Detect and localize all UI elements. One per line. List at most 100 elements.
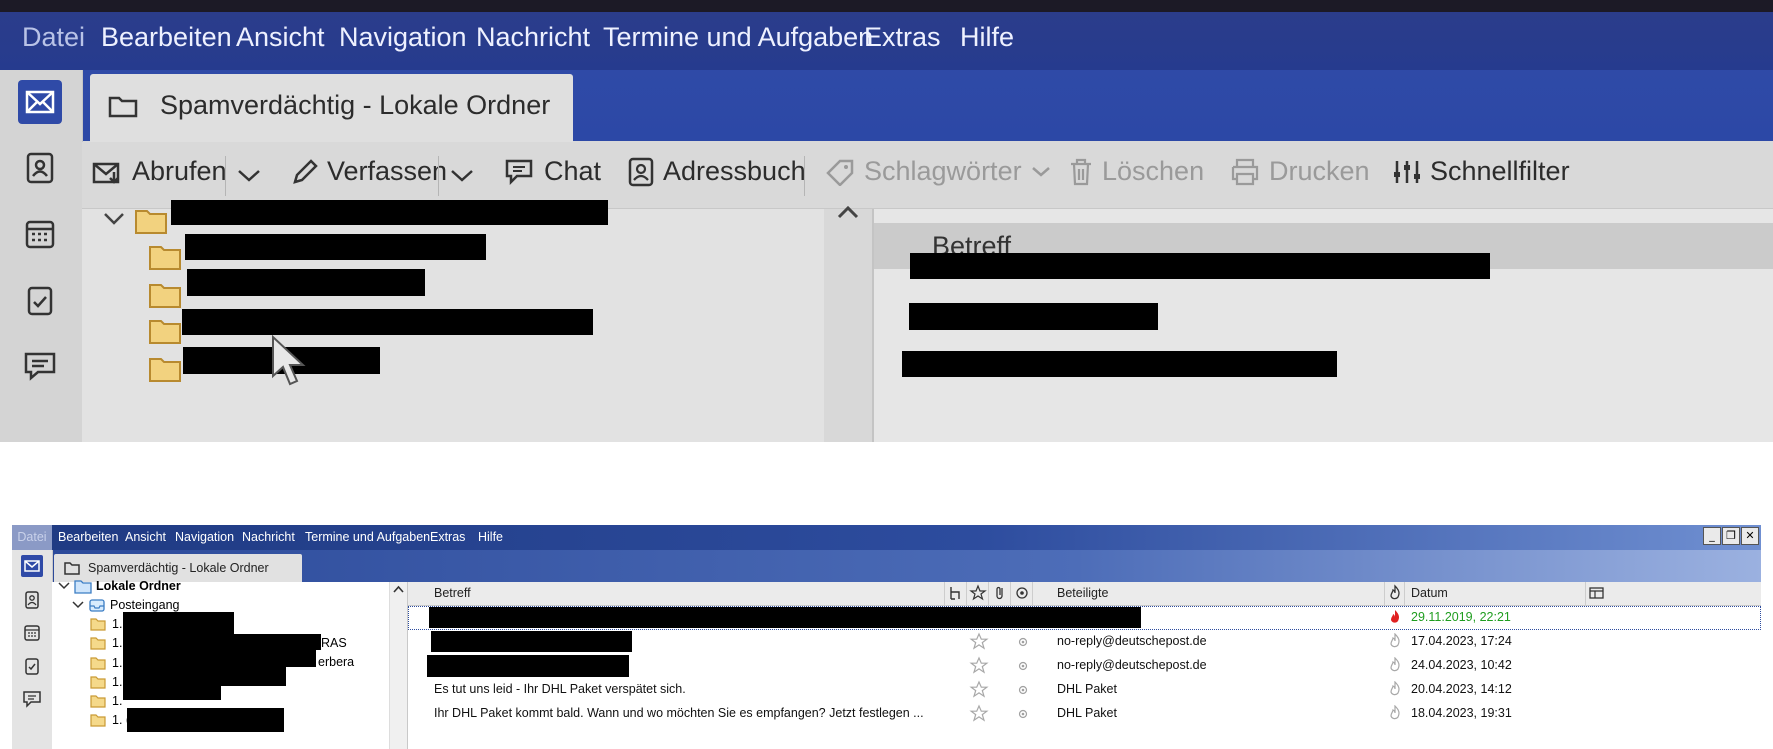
star-icon[interactable] xyxy=(969,632,989,652)
address-book-space-icon[interactable] xyxy=(21,589,43,611)
menu-tasks[interactable]: Termine und Aufgaben xyxy=(603,22,873,53)
address-book-space-icon[interactable] xyxy=(18,146,62,190)
redacted-subject xyxy=(429,607,1141,628)
folder-item[interactable]: 1. xyxy=(90,653,122,673)
folder-icon xyxy=(149,320,181,344)
star-icon[interactable] xyxy=(969,656,989,676)
quick-filter-button[interactable]: Schnellfilter xyxy=(1392,156,1570,187)
menu-help[interactable]: Hilfe xyxy=(478,530,503,544)
read-status-dot-icon[interactable] xyxy=(1018,709,1028,719)
mail-space-icon[interactable] xyxy=(21,555,43,577)
folder-item[interactable]: 1. xyxy=(90,614,122,634)
redacted-folder-name xyxy=(123,648,316,667)
chevron-down-icon[interactable] xyxy=(58,581,70,591)
print-button[interactable]: Drucken xyxy=(1229,156,1370,187)
close-button[interactable]: ✕ xyxy=(1741,527,1759,545)
read-status-dot-icon[interactable] xyxy=(1018,661,1028,671)
delete-button[interactable]: Löschen xyxy=(1068,156,1204,187)
junk-flame-icon[interactable] xyxy=(1387,705,1403,723)
folder-item[interactable]: 1. ( xyxy=(90,710,130,730)
toolbar-separator xyxy=(225,156,226,196)
compose-dropdown-icon[interactable] xyxy=(449,168,475,184)
menu-navigation[interactable]: Navigation xyxy=(175,530,234,544)
folder-label: 1. xyxy=(112,694,123,708)
date-column-header[interactable]: Datum xyxy=(1405,582,1586,605)
menu-view[interactable]: Ansicht xyxy=(125,530,166,544)
folder-icon xyxy=(90,637,106,650)
chevron-up-icon[interactable] xyxy=(836,203,860,221)
folder-pane-scrollbar[interactable] xyxy=(389,582,407,749)
redacted-folder-name xyxy=(123,685,221,700)
menu-view[interactable]: Ansicht xyxy=(236,22,325,53)
restore-button[interactable]: ❐ xyxy=(1722,527,1740,545)
get-messages-button[interactable]: Abrufen xyxy=(92,156,227,187)
star-icon[interactable] xyxy=(969,704,989,724)
menu-file[interactable]: Datei xyxy=(12,525,52,550)
column-picker-icon xyxy=(1589,587,1604,599)
starred-column-header[interactable] xyxy=(967,582,989,605)
toolbar-separator xyxy=(804,156,805,196)
local-folders-icon xyxy=(74,580,92,594)
junk-flame-icon[interactable] xyxy=(1387,609,1403,627)
tasks-space-icon[interactable] xyxy=(21,655,43,677)
get-messages-dropdown-icon[interactable] xyxy=(236,168,262,184)
folder-icon xyxy=(64,562,80,575)
filter-sliders-icon xyxy=(1394,160,1420,183)
junk-flame-icon[interactable] xyxy=(1387,657,1403,675)
menu-edit[interactable]: Bearbeiten xyxy=(58,530,118,544)
subject-column-header[interactable]: Betreff xyxy=(408,582,945,605)
thread-column-header-icon[interactable] xyxy=(945,582,967,605)
menu-extras[interactable]: Extras xyxy=(864,22,941,53)
address-book-label: Adressbuch xyxy=(663,156,806,186)
read-status-dot-icon[interactable] xyxy=(1018,637,1028,647)
junk-status-column-header[interactable] xyxy=(1385,582,1405,605)
chevron-down-icon[interactable] xyxy=(102,211,126,227)
junk-flame-icon[interactable] xyxy=(1387,681,1403,699)
address-book-button[interactable]: Adressbuch xyxy=(627,156,806,187)
menu-extras[interactable]: Extras xyxy=(430,530,465,544)
junk-flame-icon[interactable] xyxy=(1387,633,1403,651)
folder-label-tail: RAS xyxy=(321,636,347,650)
message-row[interactable]: no-reply@deutschepost.de 24.04.2023, 10:… xyxy=(408,654,1761,678)
attachment-column-header[interactable] xyxy=(989,582,1011,605)
calendar-space-icon[interactable] xyxy=(18,212,62,256)
menu-bar: Datei Bearbeiten Ansicht Navigation Nach… xyxy=(12,525,1761,550)
message-sender: no-reply@deutschepost.de xyxy=(1057,658,1207,672)
column-picker-button[interactable] xyxy=(1586,582,1610,605)
message-row[interactable]: Es tut uns leid - Ihr DHL Paket verspäte… xyxy=(408,678,1761,702)
minimize-button[interactable]: _ xyxy=(1703,527,1721,545)
menu-tasks[interactable]: Termine und Aufgaben xyxy=(305,530,430,544)
menu-help[interactable]: Hilfe xyxy=(960,22,1014,53)
folder-item[interactable]: 1. xyxy=(90,633,122,653)
tab-spam-folder[interactable]: Spamverdächtig - Lokale Ordner xyxy=(90,74,573,142)
menu-file[interactable]: Datei xyxy=(22,22,85,53)
read-status-column-header[interactable] xyxy=(1011,582,1033,605)
tasks-space-icon[interactable] xyxy=(18,278,62,322)
message-row[interactable]: no-reply@deutschepost.de 17.04.2023, 17:… xyxy=(408,630,1761,654)
menu-message[interactable]: Nachricht xyxy=(242,530,295,544)
folder-item[interactable]: 1. xyxy=(90,672,122,692)
chevron-up-icon[interactable] xyxy=(393,585,404,594)
message-row[interactable]: 29.11.2019, 22:21 xyxy=(408,606,1761,630)
read-status-dot-icon[interactable] xyxy=(1018,685,1028,695)
chat-space-icon[interactable] xyxy=(21,688,43,710)
message-row[interactable]: Ihr DHL Paket kommt bald. Wann und wo mö… xyxy=(408,702,1761,726)
chat-label: Chat xyxy=(544,156,602,186)
chevron-down-icon[interactable] xyxy=(72,600,84,610)
compose-button[interactable]: Verfassen xyxy=(291,156,447,187)
chat-space-icon[interactable] xyxy=(18,344,62,388)
tags-button[interactable]: Schlagwörter xyxy=(824,156,1060,187)
star-icon[interactable] xyxy=(969,680,989,700)
folder-label: 1. xyxy=(112,636,123,650)
mail-space-icon[interactable] xyxy=(18,80,62,124)
folder-pane-scrollbar[interactable] xyxy=(824,205,872,442)
menu-message[interactable]: Nachricht xyxy=(476,22,590,53)
chat-button[interactable]: Chat xyxy=(504,156,601,187)
participants-column-header[interactable]: Beteiligte xyxy=(1033,582,1385,605)
menu-edit[interactable]: Bearbeiten xyxy=(101,22,232,53)
folder-item[interactable]: 1. xyxy=(90,691,122,711)
calendar-space-icon[interactable] xyxy=(21,622,43,644)
compose-label: Verfassen xyxy=(327,156,448,186)
menu-navigation[interactable]: Navigation xyxy=(339,22,467,53)
folder-local-folders[interactable]: Lokale Ordner xyxy=(58,576,181,596)
